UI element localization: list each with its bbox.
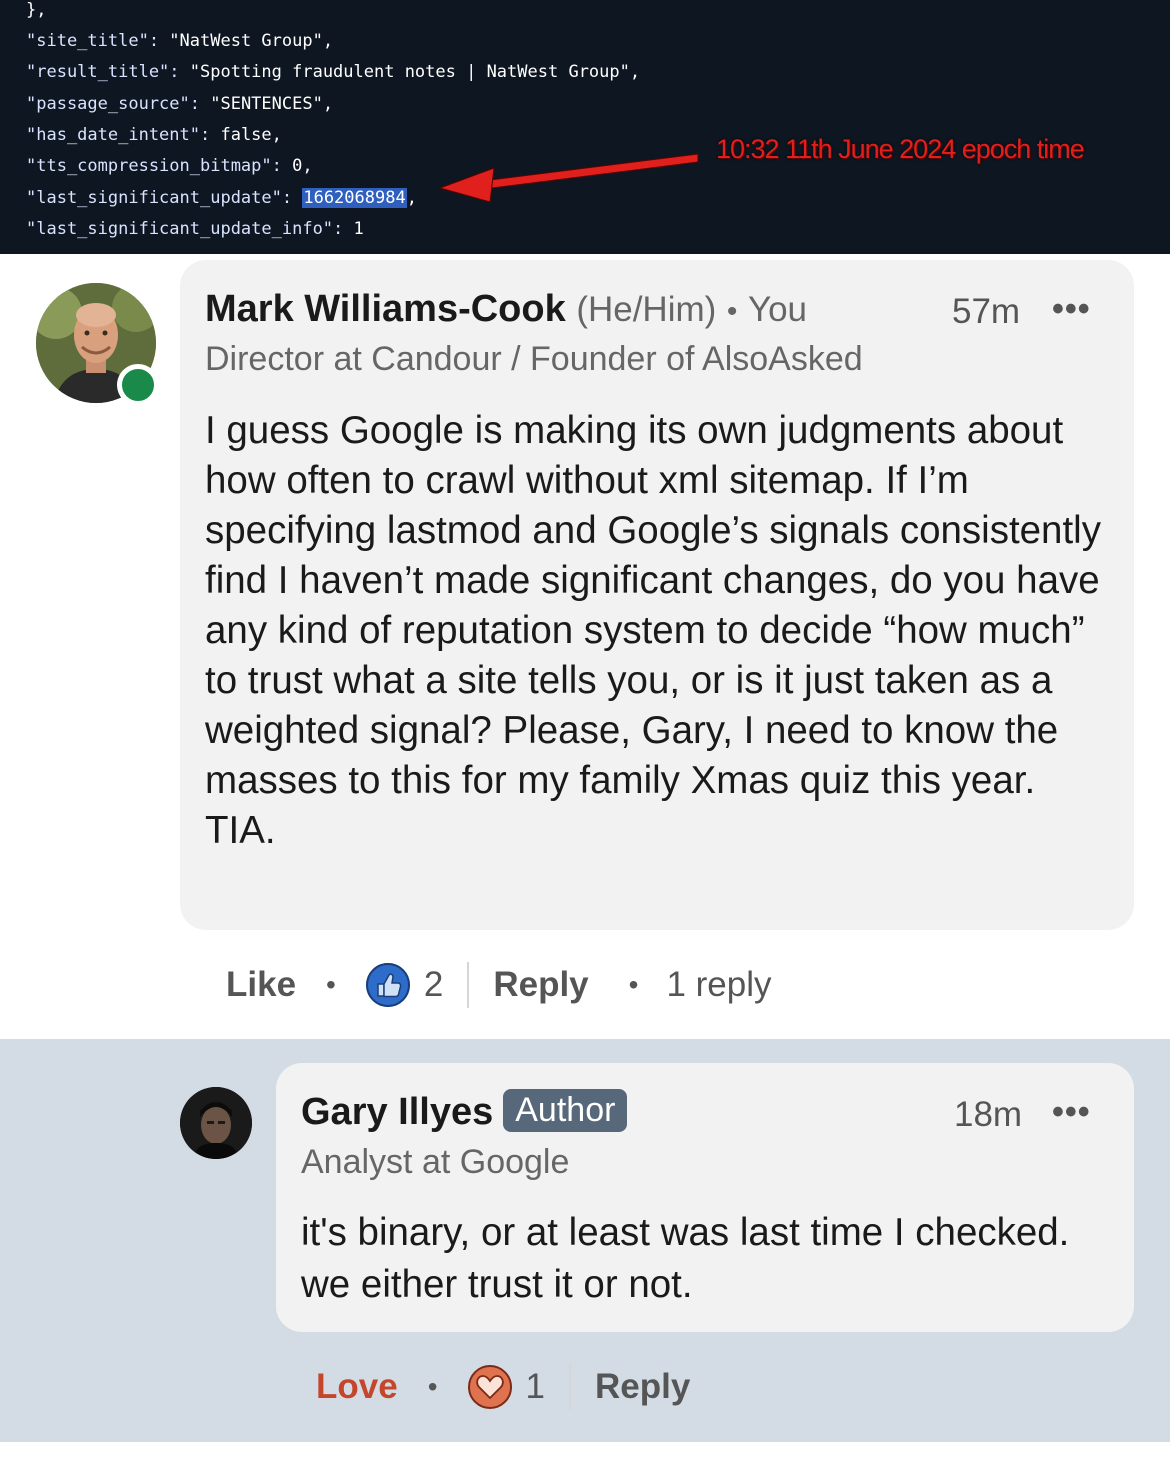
reply-avatar[interactable] [180,1087,252,1159]
reply-button[interactable]: Reply [595,1367,690,1407]
code-screenshot: }, "site_title": "NatWest Group", "resul… [0,0,1170,254]
code-key: "last_significant_update_info": [26,219,354,239]
code-brace: }, [26,0,47,20]
reply-author-name[interactable]: Gary Illyes [301,1091,493,1133]
heart-glyph [467,1365,512,1409]
thumbs-up-icon[interactable] [365,963,410,1007]
code-key: "last_significant_update": [26,188,303,208]
reply-actions: Love • 1 Reply [316,1364,690,1410]
divider [568,1364,571,1410]
thumbs-up-glyph [365,963,410,1007]
separator-dot: • [726,295,738,328]
code-value: 0, [292,156,313,176]
code-value: "NatWest Group", [169,31,334,51]
comment-actions: Like • 2 Reply • 1 reply [226,962,772,1008]
code-suffix: , [406,188,417,208]
arrow-annotation [438,153,699,203]
avatar-photo [180,1087,252,1159]
reply-button[interactable]: Reply [493,965,588,1005]
code-key: "site_title": [26,31,170,51]
heart-icon[interactable] [467,1365,512,1409]
online-status-indicator [117,364,159,406]
reply-author-headline: Analyst at Google [301,1143,570,1181]
code-key: "result_title": [26,62,190,82]
code-line: "has_date_intent": false, [26,125,282,145]
code-key: "has_date_intent": [26,125,221,145]
author-badge: Author [503,1089,628,1132]
comment-header: Mark Williams-Cook (He/Him) • You [205,288,807,331]
code-key: "tts_compression_bitmap": [26,156,293,176]
reaction-count[interactable]: 1 [526,1367,545,1407]
code-line: }, [26,0,46,20]
author-pronouns: (He/Him) [576,290,717,329]
reply-header: Gary Illyes Author [301,1089,628,1134]
code-line: "tts_compression_bitmap": 0, [26,156,313,176]
code-line: "last_significant_update_info": 1 [26,219,364,239]
divider [467,962,470,1008]
comment-time: 57m [952,292,1021,331]
you-label: You [747,290,807,329]
code-line: "site_title": "NatWest Group", [26,31,333,51]
code-line: "last_significant_update": 1662068984, [26,188,417,208]
more-icon[interactable]: ••• [1052,290,1091,329]
code-value: false, [220,125,282,145]
code-highlighted-value: 1662068984 [302,188,407,208]
code-value: "SENTENCES", [210,94,334,114]
code-line: "result_title": "Spotting fraudulent not… [26,62,640,82]
author-name[interactable]: Mark Williams-Cook [205,288,566,330]
reply-bubble: Gary Illyes Author 18m ••• Analyst at Goo… [276,1063,1134,1332]
code-value: "Spotting fraudulent notes | NatWest Gro… [189,62,641,82]
code-key: "passage_source": [26,94,211,114]
author-headline: Director at Candour / Founder of AlsoAsk… [205,340,863,378]
comment-body: I guess Google is making its own judgmen… [205,409,1101,852]
separator-dot: • [427,1371,438,1402]
code-line: "passage_source": "SENTENCES", [26,94,333,114]
reaction-count[interactable]: 2 [424,965,443,1005]
more-icon[interactable]: ••• [1052,1093,1091,1132]
replies-count-link[interactable]: 1 reply [666,965,771,1005]
reply-body: it's binary, or at least was last time I… [301,1211,1070,1306]
like-button[interactable]: Like [226,965,296,1005]
code-value: 1 [353,219,364,239]
love-button[interactable]: Love [316,1367,398,1407]
separator-dot: • [628,969,639,1000]
epoch-annotation: 10:32 11th June 2024 epoch time [716,134,1085,164]
comment-bubble: Mark Williams-Cook (He/Him) • You 57m ••… [180,260,1134,930]
reply-time: 18m [954,1095,1023,1134]
separator-dot: • [326,969,336,1000]
